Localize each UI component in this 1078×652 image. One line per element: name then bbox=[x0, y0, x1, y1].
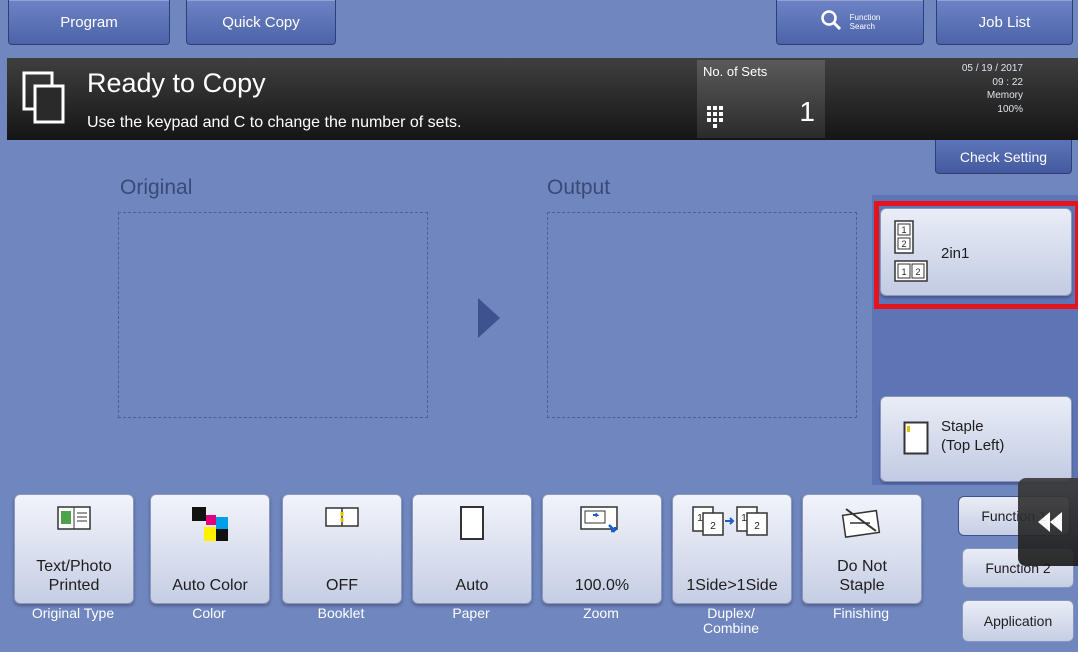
finishing-value-line2: Staple bbox=[839, 577, 885, 594]
output-label: Output bbox=[547, 176, 611, 199]
original-type-icon bbox=[15, 505, 133, 531]
staple-label-line1: Staple bbox=[941, 418, 984, 435]
booklet-label: Booklet bbox=[317, 605, 365, 621]
zoom-icon bbox=[543, 505, 661, 535]
tab-quick-copy[interactable]: Quick Copy bbox=[186, 0, 336, 45]
sets-display: No. of Sets 1 bbox=[697, 60, 825, 138]
zoom-label: Zoom bbox=[583, 605, 619, 621]
status-bar: Ready to Copy Use the keypad and C to ch… bbox=[7, 58, 1078, 140]
finishing-icon bbox=[803, 505, 921, 539]
function-search-line2: Search bbox=[849, 22, 876, 31]
status-time: 09 : 22 bbox=[992, 76, 1023, 88]
selection-highlight bbox=[874, 201, 1078, 309]
paper-icon bbox=[413, 505, 531, 541]
finishing-label: Finishing bbox=[832, 605, 890, 621]
duplex-value: 1Side>1Side bbox=[686, 577, 778, 594]
check-setting-label: Check Setting bbox=[959, 148, 1048, 165]
double-chevron-left-icon bbox=[1036, 510, 1064, 539]
sets-label: No. of Sets bbox=[703, 64, 768, 79]
status-date: 05 / 19 / 2017 bbox=[961, 63, 1023, 74]
arrow-right-icon bbox=[478, 298, 500, 338]
check-setting-button[interactable]: Check Setting bbox=[935, 140, 1072, 174]
search-icon bbox=[820, 9, 842, 35]
svg-text:2: 2 bbox=[754, 521, 760, 532]
staple-button[interactable]: Staple (Top Left) bbox=[880, 396, 1072, 482]
copy-icon bbox=[21, 70, 67, 126]
color-icon bbox=[151, 505, 269, 545]
booklet-button[interactable]: OFF bbox=[282, 494, 402, 604]
tab-job-list[interactable]: Job List bbox=[936, 0, 1073, 45]
keypad-icon[interactable] bbox=[707, 106, 725, 133]
booklet-icon bbox=[283, 505, 401, 529]
collapse-panel-button[interactable] bbox=[1018, 478, 1078, 566]
duplex-label-line2: Combine bbox=[702, 620, 760, 636]
staple-label-line2: (Top Left) bbox=[941, 437, 1005, 454]
original-label: Original bbox=[120, 176, 193, 199]
color-button[interactable]: Auto Color bbox=[150, 494, 270, 604]
svg-text:1: 1 bbox=[697, 513, 703, 524]
tab-job-list-label: Job List bbox=[978, 13, 1031, 31]
status-title: Ready to Copy bbox=[87, 68, 266, 98]
memory-value: 100% bbox=[997, 103, 1023, 115]
paper-label: Paper bbox=[452, 605, 490, 621]
duplex-label-line1: Duplex/ bbox=[707, 605, 755, 621]
svg-text:1: 1 bbox=[741, 513, 747, 524]
paper-value: Auto bbox=[455, 577, 489, 594]
status-subtitle: Use the keypad and C to change the numbe… bbox=[87, 114, 462, 131]
color-label: Color bbox=[192, 605, 226, 621]
original-preview bbox=[118, 212, 428, 418]
original-type-button[interactable]: Text/Photo Printed bbox=[14, 494, 134, 604]
finishing-button[interactable]: Do Not Staple bbox=[802, 494, 922, 604]
sets-value: 1 bbox=[799, 96, 815, 127]
original-type-value-line1: Text/Photo bbox=[36, 558, 112, 575]
original-type-value-line2: Printed bbox=[48, 577, 100, 594]
svg-text:2: 2 bbox=[710, 521, 716, 532]
function-search-line1: Function bbox=[849, 13, 881, 22]
booklet-value: OFF bbox=[326, 577, 358, 594]
tab-program-label: Program bbox=[60, 13, 118, 31]
finishing-value-line1: Do Not bbox=[837, 558, 887, 575]
duplex-combine-label: Duplex/ Combine bbox=[669, 606, 793, 636]
output-preview bbox=[547, 212, 857, 418]
paper-button[interactable]: Auto bbox=[412, 494, 532, 604]
tab-program[interactable]: Program bbox=[8, 0, 170, 45]
duplex-combine-button[interactable]: 2 1 2 1 1Side>1Side bbox=[672, 494, 792, 604]
original-type-label: Original Type bbox=[31, 605, 115, 621]
memory-label: Memory bbox=[986, 90, 1023, 101]
application-button[interactable]: Application bbox=[962, 600, 1074, 642]
function-search-button[interactable]: Function Search bbox=[776, 0, 924, 45]
zoom-button[interactable]: 100.0% bbox=[542, 494, 662, 604]
duplex-icon: 2 1 2 1 bbox=[673, 505, 791, 537]
color-value: Auto Color bbox=[172, 577, 248, 594]
staple-top-left-icon bbox=[903, 421, 929, 460]
zoom-value: 100.0% bbox=[574, 577, 630, 594]
application-label: Application bbox=[983, 613, 1053, 629]
tab-quick-copy-label: Quick Copy bbox=[222, 13, 300, 31]
status-info: 05 / 19 / 2017 09 : 22 Memory 100% bbox=[962, 62, 1023, 116]
